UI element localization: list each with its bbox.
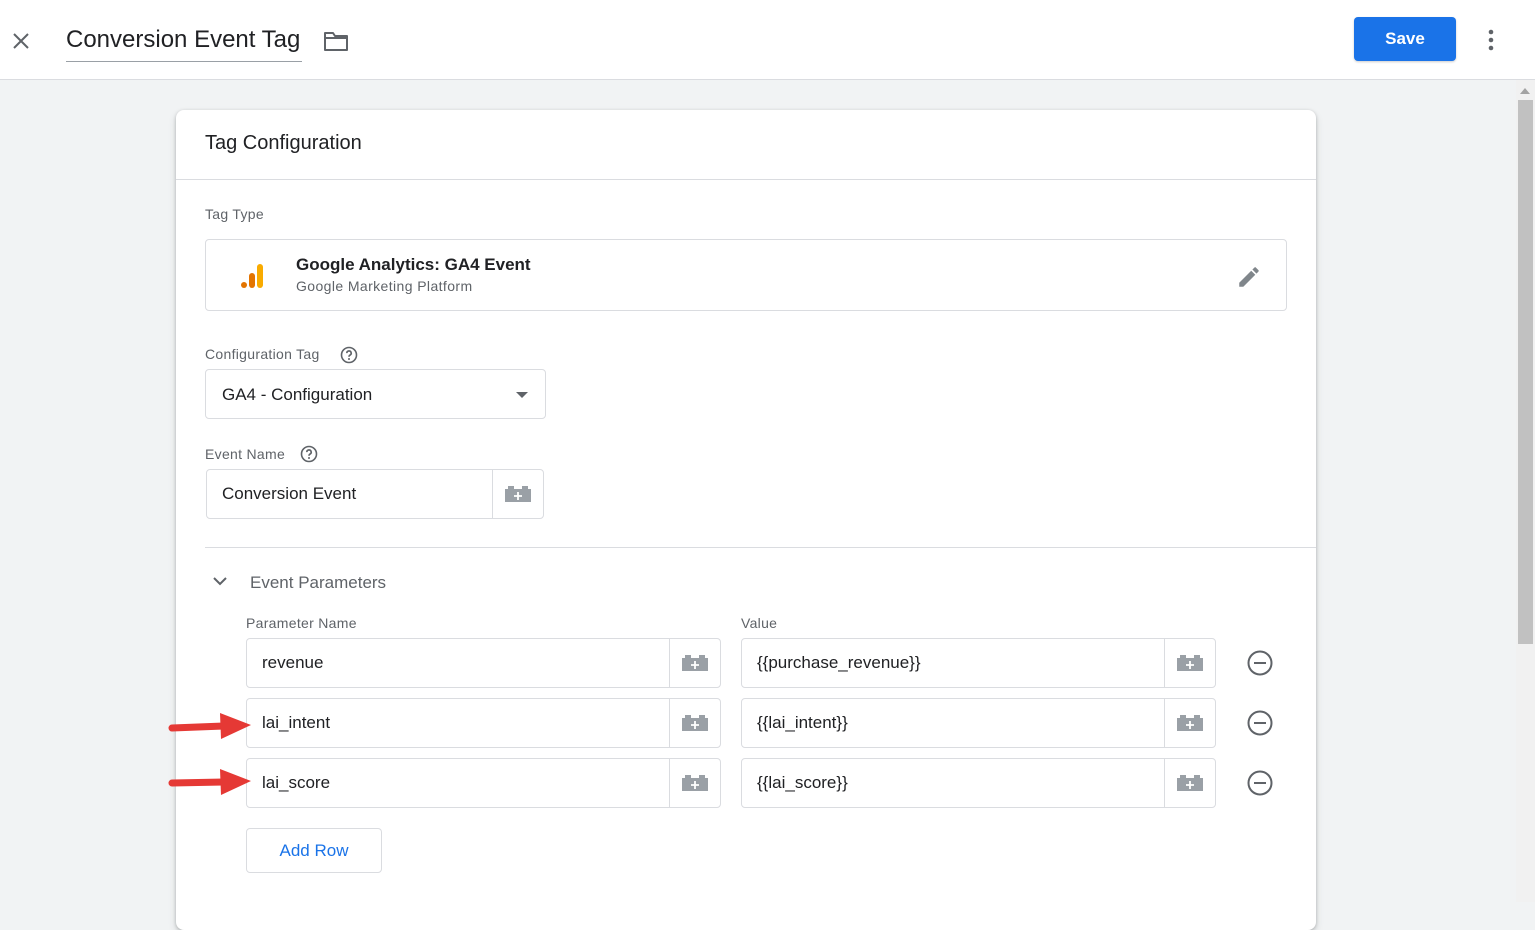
tag-title-field[interactable]: Conversion Event Tag [66,22,303,62]
help-icon[interactable] [300,445,318,463]
tag-configuration-card: Tag Configuration Tag Type Google Analyt… [176,110,1316,930]
chevron-down-icon[interactable] [211,572,229,590]
parameter-name-field [246,698,721,748]
close-icon [13,33,29,49]
tag-type-selector[interactable]: Google Analytics: GA4 Event Google Marke… [205,239,1287,311]
configuration-tag-label: Configuration Tag [205,346,320,362]
ga-logo-icon [241,264,263,288]
top-bar: Conversion Event Tag Save [0,0,1535,80]
remove-row-icon[interactable] [1246,709,1274,737]
parameter-name-field [246,638,721,688]
parameter-value-field [741,638,1216,688]
folder-icon [324,32,348,51]
variable-picker-icon [682,775,708,791]
remove-row-icon[interactable] [1246,769,1274,797]
more-options-button[interactable] [1476,24,1506,56]
tag-type-name: Google Analytics: GA4 Event [296,255,531,274]
variable-picker-button[interactable] [1164,639,1215,687]
variable-picker-button[interactable] [1164,759,1215,807]
parameter-value-input[interactable] [742,639,1164,687]
close-button[interactable] [6,26,36,56]
more-vert-icon [1488,29,1494,51]
folder-button[interactable] [321,28,351,54]
scroll-up-icon[interactable] [1520,88,1530,94]
save-button[interactable]: Save [1354,17,1456,61]
remove-row-icon[interactable] [1246,649,1274,677]
configuration-tag-value: GA4 - Configuration [222,385,373,404]
tag-type-label: Tag Type [205,206,264,222]
variable-picker-icon [682,715,708,731]
edit-icon[interactable] [1236,264,1262,290]
annotation-arrow-icon [168,769,251,795]
parameter-name-input[interactable] [247,699,669,747]
variable-picker-button[interactable] [669,639,720,687]
annotation-arrow-icon [168,713,251,739]
scrollbar-thumb[interactable] [1518,100,1533,644]
variable-picker-button[interactable] [1164,699,1215,747]
page-title: Conversion Event Tag [66,26,301,53]
card-header: Tag Configuration [176,110,1316,180]
section-divider [205,547,1316,548]
configuration-tag-select[interactable]: GA4 - Configuration [205,369,546,419]
variable-picker-button[interactable] [492,470,543,518]
parameter-name-input[interactable] [247,639,669,687]
variable-picker-icon [1177,775,1203,791]
variable-picker-icon [1177,655,1203,671]
event-name-label: Event Name [205,446,286,462]
parameter-name-field [246,758,721,808]
value-header: Value [741,615,778,631]
event-name-field [206,469,544,519]
variable-picker-button[interactable] [669,699,720,747]
parameter-value-field [741,758,1216,808]
variable-picker-icon [682,655,708,671]
add-row-button[interactable]: Add Row [246,828,382,873]
parameter-value-input[interactable] [742,759,1164,807]
dropdown-arrow-icon [516,392,528,398]
variable-picker-button[interactable] [669,759,720,807]
parameter-value-field [741,698,1216,748]
variable-picker-icon [505,486,531,502]
parameter-name-header: Parameter Name [246,615,357,631]
event-parameters-title[interactable]: Event Parameters [250,573,386,593]
parameter-value-input[interactable] [742,699,1164,747]
parameter-name-input[interactable] [247,759,669,807]
card-title: Tag Configuration [205,132,362,154]
event-name-input[interactable] [207,470,493,518]
tag-type-provider: Google Marketing Platform [296,278,473,294]
help-icon[interactable] [340,346,358,364]
variable-picker-icon [1177,715,1203,731]
